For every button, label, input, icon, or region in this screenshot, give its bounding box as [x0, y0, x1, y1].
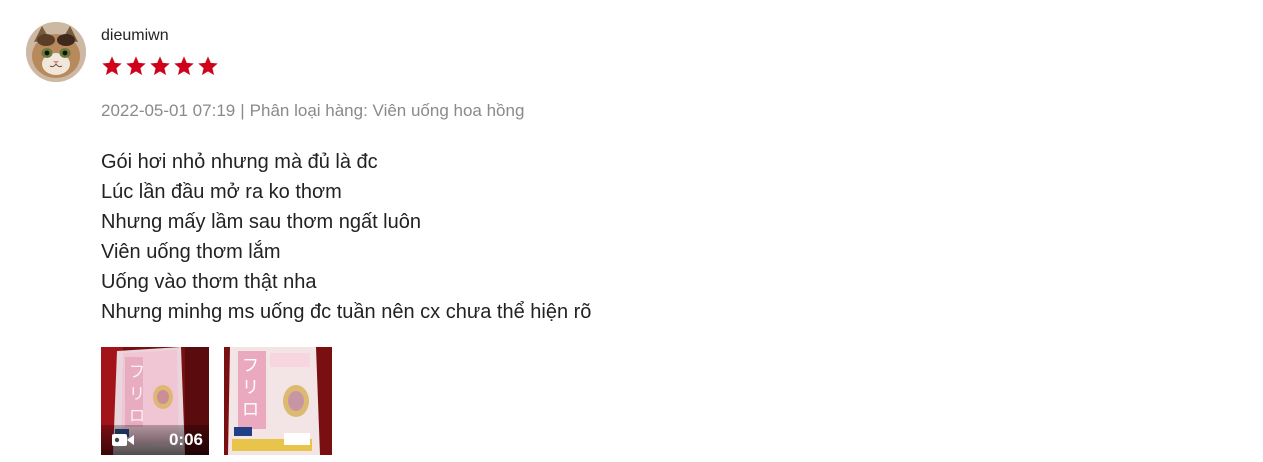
svg-text:リ: リ	[129, 384, 145, 403]
review-photo-thumbnail[interactable]: フ リ ロ	[224, 347, 332, 455]
star-icon	[102, 56, 122, 75]
star-icon	[174, 56, 194, 75]
avatar[interactable]	[26, 22, 86, 82]
review-timestamp: 2022-05-01 07:19	[101, 101, 236, 120]
comment-line: Uống vào thơm thật nha	[101, 271, 317, 293]
svg-text:フ: フ	[129, 362, 145, 381]
product-box-image: フ リ ロ	[224, 347, 332, 455]
comment-line: Nhưng minhg ms uống đc tuần nên cx chưa …	[101, 301, 592, 323]
star-icon	[126, 56, 146, 75]
comment-line: Lúc lần đầu mở ra ko thơm	[101, 181, 342, 203]
review-media-list: フ リ ロ 0:06 フ リ ロ	[101, 347, 332, 455]
review-meta: 2022-05-01 07:19 | Phân loại hàng: Viên uố…	[101, 100, 524, 122]
review-variation: Phân loại hàng: Viên uống hoa hồng	[249, 101, 525, 120]
star-icon	[198, 56, 218, 75]
svg-text:ロ: ロ	[242, 400, 259, 420]
comment-line: Viên uống thơm lắm	[101, 241, 281, 263]
video-duration: 0:06	[168, 430, 203, 449]
review-comment: Gói hơi nhỏ nhưng mà đủ là đc Lúc lần đầ…	[101, 147, 591, 327]
star-rating	[101, 55, 219, 77]
cat-avatar-icon	[26, 22, 86, 82]
svg-text:ロ: ロ	[129, 406, 145, 425]
review-video-thumbnail[interactable]: フ リ ロ 0:06	[101, 347, 209, 455]
star-icon	[150, 56, 170, 75]
product-review: dieumiwn 2022-05-01 07:19 | Phân loại hàng…	[0, 0, 1263, 462]
comment-line: Nhưng mấy lầm sau thơm ngất luôn	[101, 211, 421, 233]
review-author-name[interactable]: dieumiwn	[101, 26, 169, 46]
comment-line: Gói hơi nhỏ nhưng mà đủ là đc	[101, 151, 378, 173]
svg-text:フ: フ	[242, 356, 259, 376]
video-overlay: 0:06	[101, 425, 209, 455]
meta-separator: |	[240, 101, 245, 120]
video-camera-icon	[112, 434, 134, 446]
svg-text:リ: リ	[242, 378, 259, 398]
